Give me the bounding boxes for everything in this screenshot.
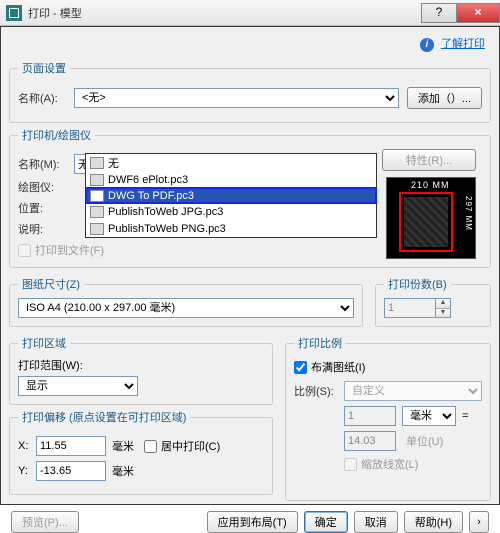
center-plot-label: 居中打印(C) bbox=[161, 438, 220, 454]
dialog-body: i 了解打印 页面设置 名称(A): <无> 添加（）... 打印机/绘图仪 名… bbox=[0, 26, 500, 505]
learn-link-row: i 了解打印 bbox=[7, 33, 493, 56]
paper-size-combo[interactable]: ISO A4 (210.00 x 297.00 毫米) bbox=[18, 298, 354, 318]
preview-button: 预览(P)... bbox=[11, 511, 79, 533]
page-setup-legend: 页面设置 bbox=[18, 60, 70, 76]
printer-legend: 打印机/绘图仪 bbox=[18, 127, 95, 143]
copies-input bbox=[384, 298, 436, 318]
printer-option[interactable]: PublishToWeb JPG.pc3 bbox=[86, 203, 376, 220]
page-setup-group: 页面设置 名称(A): <无> 添加（）... bbox=[9, 60, 491, 123]
printer-option[interactable]: PublishToWeb PNG.pc3 bbox=[86, 220, 376, 237]
print-to-file-label: 打印到文件(F) bbox=[35, 242, 104, 258]
where-label: 位置: bbox=[18, 200, 74, 216]
apply-layout-button[interactable]: 应用到布局(T) bbox=[207, 511, 298, 533]
y-unit: 毫米 bbox=[112, 463, 134, 479]
close-button[interactable]: × bbox=[456, 3, 500, 23]
plot-offset-group: 打印偏移 (原点设置在可打印区域) X: 毫米 居中打印(C) Y: 毫米 bbox=[9, 409, 273, 495]
plot-offset-legend: 打印偏移 (原点设置在可打印区域) bbox=[18, 409, 190, 425]
spin-up-icon: ▲ bbox=[436, 299, 450, 308]
offset-y-input[interactable] bbox=[36, 461, 106, 481]
x-unit: 毫米 bbox=[112, 438, 134, 454]
preview-width-label: 210 MM bbox=[411, 180, 450, 190]
cancel-button[interactable]: 取消 bbox=[354, 511, 398, 533]
scale-unit-combo[interactable]: 毫米 bbox=[402, 406, 456, 426]
equals-label: = bbox=[462, 410, 468, 422]
plot-area-group: 打印区域 打印范围(W): 显示 bbox=[9, 335, 273, 405]
ok-button[interactable]: 确定 bbox=[304, 511, 348, 533]
paper-preview: 210 MM 297 MM bbox=[386, 177, 476, 259]
page-setup-name-combo[interactable]: <无> bbox=[74, 88, 399, 108]
window-title: 打印 - 模型 bbox=[28, 5, 82, 21]
plot-area-legend: 打印区域 bbox=[18, 335, 70, 351]
spin-down-icon: ▼ bbox=[436, 308, 450, 317]
copies-group: 打印份数(B) ▲▼ bbox=[375, 276, 491, 327]
scale-combo: 自定义 bbox=[344, 381, 482, 401]
name-label: 名称(A): bbox=[18, 90, 74, 106]
copies-spinner[interactable]: ▲▼ bbox=[384, 298, 482, 318]
y-label: Y: bbox=[18, 465, 36, 477]
scale-value2-input bbox=[344, 431, 396, 451]
offset-x-input[interactable] bbox=[36, 436, 106, 456]
fit-to-paper-label: 布满图纸(I) bbox=[311, 359, 365, 375]
paper-size-group: 图纸尺寸(Z) ISO A4 (210.00 x 297.00 毫米) bbox=[9, 276, 363, 327]
help-button[interactable]: ? bbox=[421, 3, 457, 23]
add-button[interactable]: 添加（）... bbox=[407, 87, 482, 109]
preview-height-label: 297 MM bbox=[464, 196, 473, 231]
printer-icon bbox=[90, 174, 104, 186]
printer-name-label: 名称(M): bbox=[18, 156, 74, 172]
plot-scale-group: 打印比例 布满图纸(I) 比例(S): 自定义 毫米 = 单位(U) 缩放线宽(… bbox=[285, 335, 491, 501]
plot-range-combo[interactable]: 显示 bbox=[18, 376, 138, 396]
info-icon: i bbox=[420, 38, 434, 52]
printer-option[interactable]: 无 bbox=[86, 154, 376, 171]
printer-icon bbox=[90, 223, 104, 235]
scale-label: 比例(S): bbox=[294, 383, 344, 399]
properties-button: 特性(R)... bbox=[382, 149, 476, 171]
plot-range-label: 打印范围(W): bbox=[18, 357, 264, 373]
expand-button[interactable]: › bbox=[469, 511, 489, 533]
print-to-file-check bbox=[18, 244, 31, 257]
titlebar: 打印 - 模型 ? × bbox=[0, 0, 500, 26]
learn-print-link[interactable]: 了解打印 bbox=[441, 38, 485, 50]
printer-dropdown: 无 DWF6 ePlot.pc3 DWG To PDF.pc3 PublishT… bbox=[85, 153, 377, 238]
copies-legend: 打印份数(B) bbox=[384, 276, 451, 292]
printer-icon bbox=[90, 157, 104, 169]
desc-label: 说明: bbox=[18, 221, 74, 237]
paper-size-legend: 图纸尺寸(Z) bbox=[18, 276, 84, 292]
scale-lineweights-check bbox=[344, 458, 357, 471]
printer-option-selected[interactable]: DWG To PDF.pc3 bbox=[85, 187, 377, 204]
footer: 预览(P)... 应用到布局(T) 确定 取消 帮助(H) › bbox=[7, 511, 493, 533]
center-plot-check[interactable] bbox=[144, 440, 157, 453]
printer-icon bbox=[90, 190, 104, 202]
plot-scale-legend: 打印比例 bbox=[294, 335, 346, 351]
fit-to-paper-check[interactable] bbox=[294, 361, 307, 374]
x-label: X: bbox=[18, 440, 36, 452]
plotter-label: 绘图仪: bbox=[18, 179, 74, 195]
app-icon bbox=[6, 5, 22, 21]
printer-icon bbox=[90, 206, 104, 218]
scale-lineweights-label: 缩放线宽(L) bbox=[361, 456, 418, 472]
units-label: 单位(U) bbox=[406, 433, 443, 449]
help-button[interactable]: 帮助(H) bbox=[404, 511, 463, 533]
window-buttons: ? × bbox=[422, 3, 500, 23]
scale-value1-input bbox=[344, 406, 396, 426]
printer-option[interactable]: DWF6 ePlot.pc3 bbox=[86, 171, 376, 188]
